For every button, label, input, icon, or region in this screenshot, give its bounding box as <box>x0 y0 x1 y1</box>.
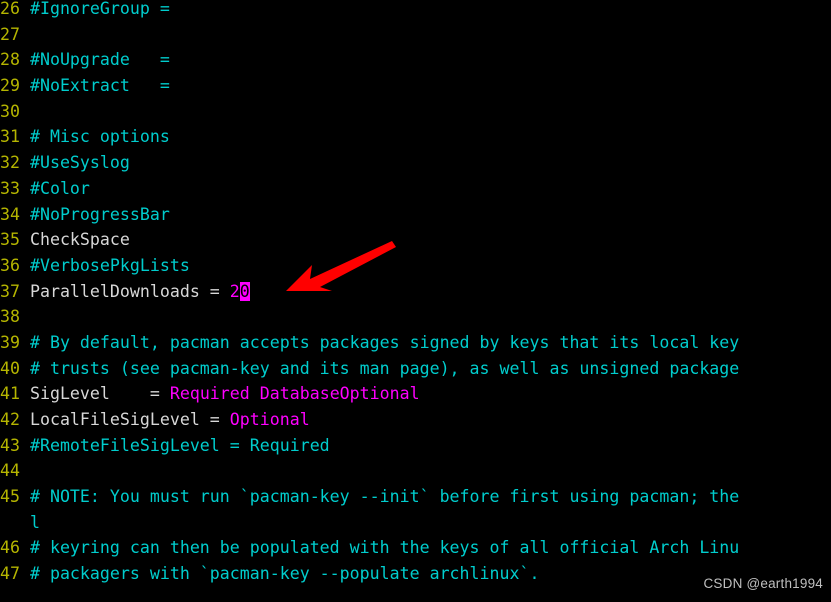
line-number: 32 <box>0 153 20 173</box>
code-text: ParallelDownloads = <box>29 281 230 301</box>
code-text: #IgnoreGroup = <box>29 0 170 18</box>
editor-line[interactable]: l <box>0 510 831 536</box>
code-text: # keyring can then be populated with the… <box>29 538 740 558</box>
gutter-gap <box>20 282 30 301</box>
editor-line[interactable]: 27 <box>0 22 831 48</box>
code-text: CheckSpace <box>29 230 130 250</box>
line-number: 47 <box>0 564 20 584</box>
editor-line[interactable]: 44 <box>0 458 831 484</box>
editor-line[interactable]: 33 #Color <box>0 176 831 202</box>
code-text: #VerbosePkgLists <box>29 255 190 275</box>
editor-line[interactable]: 42 LocalFileSigLevel = Optional <box>0 407 831 433</box>
line-number: 46 <box>0 538 20 558</box>
code-text: Optional <box>229 410 310 429</box>
gutter-gap <box>20 127 30 146</box>
editor-line[interactable]: 45 # NOTE: You must run `pacman-key --in… <box>0 484 831 510</box>
code-text: #Color <box>29 178 90 198</box>
line-number: 36 <box>0 255 20 275</box>
code-text: # Misc options <box>29 127 170 147</box>
gutter-gap <box>20 359 30 378</box>
editor-status-line: :set number 37,22 <box>0 589 831 602</box>
editor-line[interactable]: 43 #RemoteFileSigLevel = Required <box>0 433 831 459</box>
line-number: 40 <box>0 358 20 378</box>
editor-line[interactable]: 34 #NoProgressBar <box>0 202 831 228</box>
line-number: 45 <box>0 487 20 507</box>
gutter-gap <box>20 513 30 532</box>
editor-line[interactable]: 31 # Misc options <box>0 124 831 150</box>
text-cursor: 0 <box>239 281 250 301</box>
gutter-gap <box>20 76 30 95</box>
editor-buffer[interactable]: 26 #IgnoreGroup = 27 28 #NoUpgrade = 29 #N… <box>0 0 831 587</box>
editor-line[interactable]: 35 CheckSpace <box>0 227 831 253</box>
line-number: 31 <box>0 127 20 147</box>
line-number: 33 <box>0 178 20 198</box>
code-text: # packagers with `pacman-key --populate … <box>29 564 540 584</box>
gutter-gap <box>20 307 30 326</box>
code-text: #RemoteFileSigLevel = Required <box>29 435 330 455</box>
line-number: 35 <box>0 230 20 250</box>
editor-line[interactable]: 32 #UseSyslog <box>0 150 831 176</box>
gutter-gap <box>20 102 30 121</box>
line-number: 37 <box>0 281 20 301</box>
line-number: 27 <box>0 24 20 44</box>
editor-line[interactable]: 37 ParallelDownloads = 20 <box>0 279 831 305</box>
gutter-gap <box>20 179 30 198</box>
editor-line[interactable]: 26 #IgnoreGroup = <box>0 0 831 22</box>
code-text: # NOTE: You must run `pacman-key --init`… <box>29 487 740 507</box>
editor-line[interactable]: 30 <box>0 99 831 125</box>
line-number: 42 <box>0 410 20 429</box>
editor-line[interactable]: 41 SigLevel = Required DatabaseOptional <box>0 381 831 407</box>
line-number: 30 <box>0 101 20 121</box>
terminal-window: 26 #IgnoreGroup = 27 28 #NoUpgrade = 29 #N… <box>0 0 831 602</box>
editor-line[interactable]: 29 #NoExtract = <box>0 73 831 99</box>
gutter-gap <box>20 230 30 249</box>
gutter-gap <box>20 538 30 557</box>
code-text: #NoUpgrade = <box>29 50 170 70</box>
line-number: 44 <box>0 461 20 481</box>
gutter-gap <box>20 487 30 506</box>
gutter-gap <box>20 410 30 429</box>
line-number: 28 <box>0 50 20 70</box>
code-text: LocalFileSigLevel = <box>29 410 230 429</box>
code-text: # By default, pacman accepts packages si… <box>29 332 740 352</box>
line-number: 39 <box>0 332 20 352</box>
gutter-gap <box>20 461 30 480</box>
code-text: #NoProgressBar <box>29 204 170 224</box>
editor-line[interactable]: 46 # keyring can then be populated with … <box>0 535 831 561</box>
line-number: 26 <box>0 0 20 18</box>
gutter-gap <box>20 256 30 275</box>
gutter-gap <box>20 564 30 583</box>
line-number: 34 <box>0 204 20 224</box>
gutter-gap <box>20 205 30 224</box>
line-number: 38 <box>0 307 20 327</box>
code-text: l <box>29 512 40 532</box>
code-text: #NoExtract = <box>29 76 170 96</box>
editor-line[interactable]: 36 #VerbosePkgLists <box>0 253 831 279</box>
line-number: 41 <box>0 384 20 404</box>
gutter-gap <box>20 0 30 18</box>
line-number: 43 <box>0 435 20 455</box>
code-text: #UseSyslog <box>29 153 130 173</box>
gutter-gap <box>20 333 30 352</box>
editor-line[interactable]: 39 # By default, pacman accepts packages… <box>0 330 831 356</box>
line-number: 29 <box>0 76 20 96</box>
code-text: SigLevel = <box>29 384 170 404</box>
gutter-gap <box>20 50 30 69</box>
code-text: 2 <box>229 281 240 301</box>
gutter-gap <box>20 153 30 172</box>
gutter-gap <box>20 436 30 455</box>
code-text: # trusts (see pacman-key and its man pag… <box>29 358 740 378</box>
editor-line[interactable]: 40 # trusts (see pacman-key and its man … <box>0 356 831 382</box>
gutter-gap <box>20 25 30 44</box>
editor-line[interactable]: 38 <box>0 304 831 330</box>
gutter-gap <box>20 384 30 403</box>
code-text: Required DatabaseOptional <box>169 384 420 404</box>
editor-line[interactable]: 28 #NoUpgrade = <box>0 47 831 73</box>
